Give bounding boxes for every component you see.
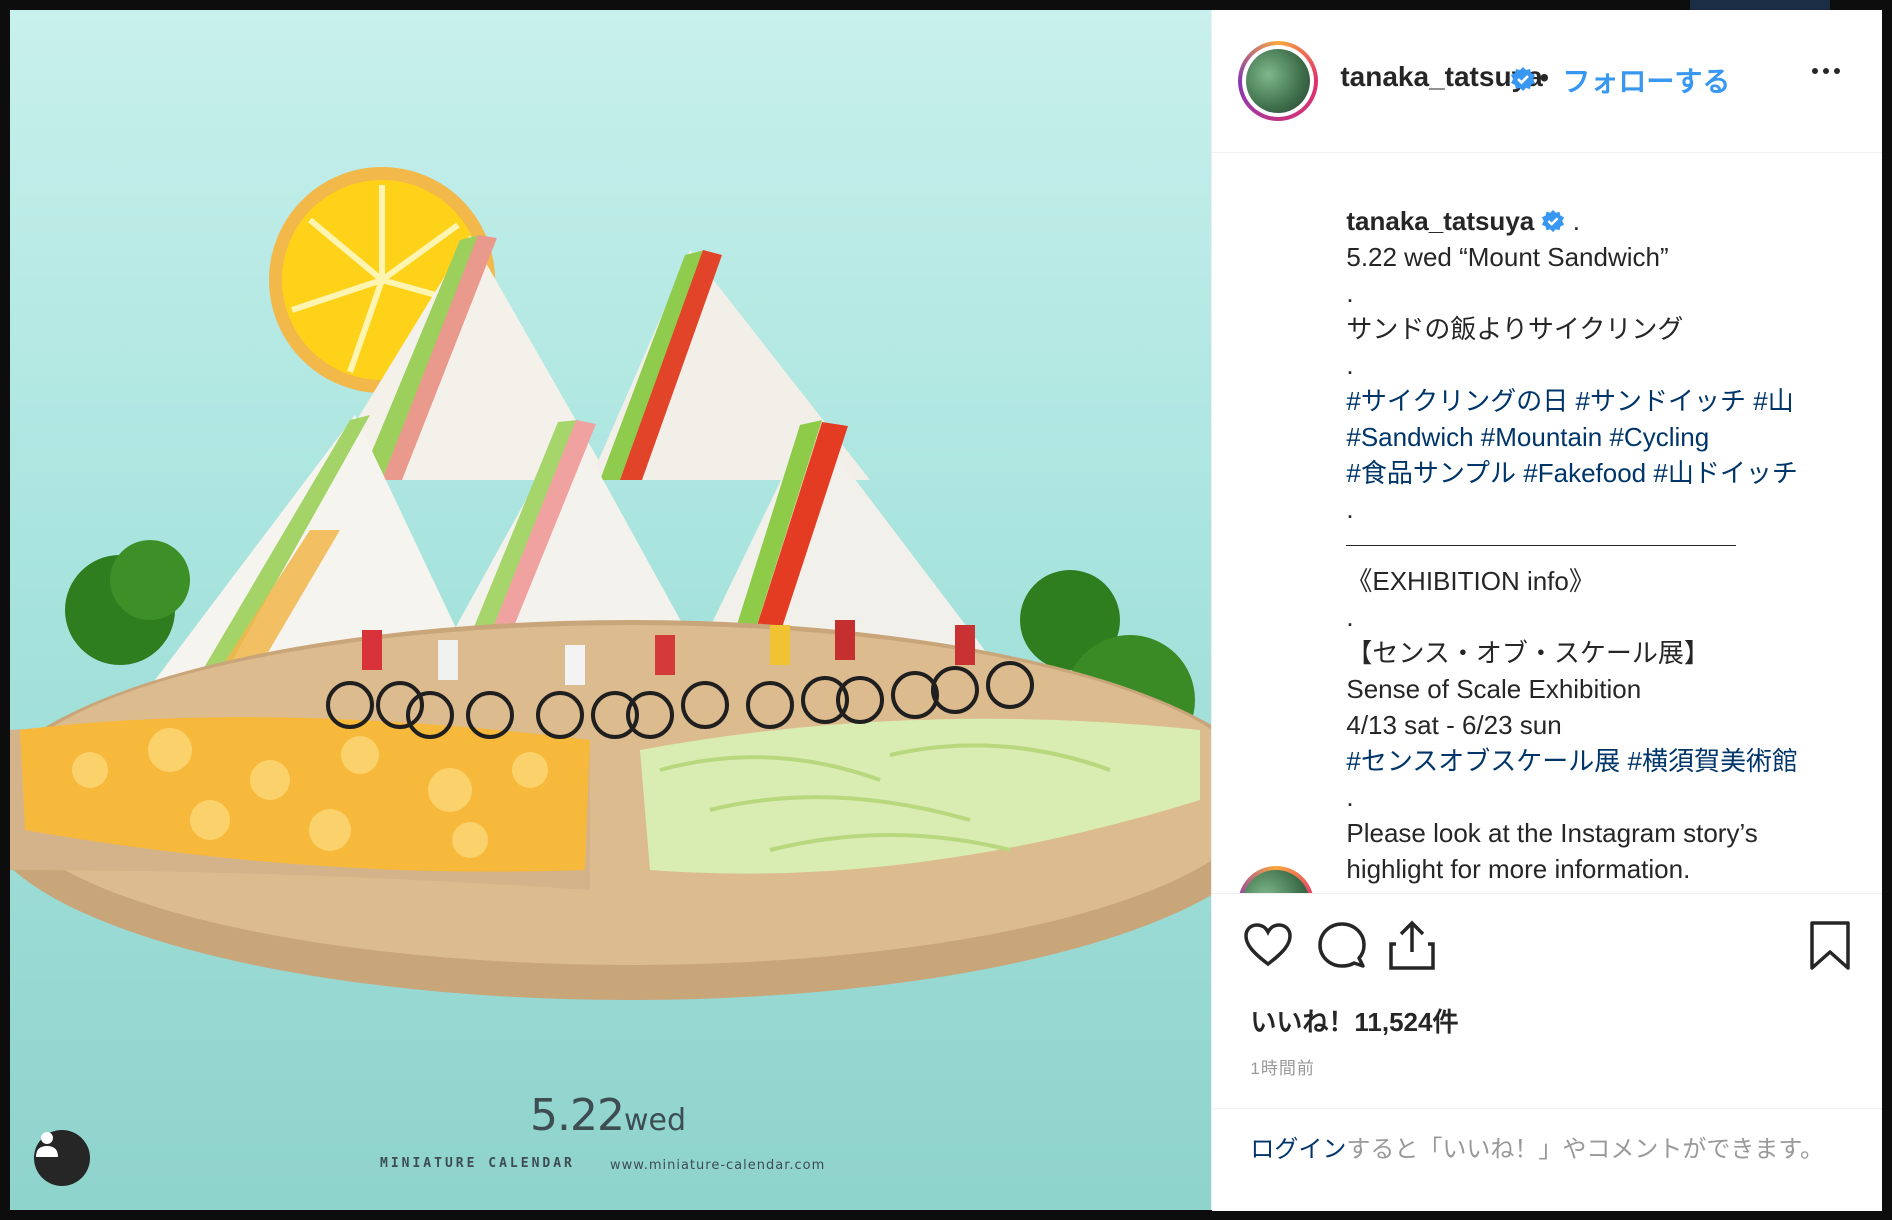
caption-text: tanaka_tatsuya . 5.22 wed “Mount Sandwic… — [1346, 203, 1846, 887]
hashtag[interactable]: #横須賀美術館 — [1628, 746, 1798, 776]
caption-area: tanaka_tatsuya . 5.22 wed “Mount Sandwic… — [1212, 153, 1882, 893]
post-actions: いいね！11,524件 1時間前 ログインすると「いいね！」やコメントができます… — [1212, 893, 1883, 1212]
caption-dot: . — [1346, 278, 1354, 308]
header-separator: • — [1539, 62, 1550, 93]
caption-divider — [1346, 545, 1737, 546]
photo-date-stamp: 5.22wed — [530, 1090, 686, 1141]
verified-badge-icon — [1511, 67, 1536, 91]
caption-japanese-line: サンドの飯よりサイクリング — [1346, 314, 1684, 344]
caption-dot: . — [1572, 206, 1580, 236]
photo-date-day: wed — [623, 1103, 687, 1138]
photo-credit: MINIATURE CALENDAR — [380, 1156, 575, 1171]
photo-url: www.miniature-calendar.com — [610, 1158, 826, 1173]
share-icon[interactable] — [1386, 920, 1438, 972]
caption-dot: . — [1346, 782, 1354, 812]
background-edge — [1690, 0, 1830, 10]
hashtag[interactable]: #Sandwich — [1346, 422, 1473, 452]
post-sidebar: tanaka_tatsuya • フォローする tanaka_tatsuya . — [1211, 10, 1883, 1212]
heart-icon[interactable] — [1242, 920, 1294, 972]
follow-button[interactable]: フォローする — [1562, 60, 1730, 100]
user-icon — [36, 1132, 58, 1157]
bookmark-icon[interactable] — [1808, 920, 1852, 972]
exhibition-heading: 《EXHIBITION info》 — [1346, 566, 1595, 596]
caption-dot: . — [1346, 494, 1354, 524]
more-options-icon[interactable] — [1812, 68, 1841, 74]
caption-title: 5.22 wed “Mount Sandwich” — [1346, 242, 1669, 272]
verified-badge-icon — [1542, 209, 1565, 233]
comment-avatar[interactable] — [1238, 866, 1315, 893]
likes-count[interactable]: いいね！11,524件 — [1250, 1002, 1458, 1039]
exhibition-title: 【センス・オブ・スケール展】 — [1346, 638, 1710, 668]
post-modal: 5.22wed MINIATURE CALENDAR www.miniature… — [10, 10, 1883, 1212]
post-timestamp[interactable]: 1時間前 — [1250, 1054, 1314, 1079]
caption-story-line: Please look at the Instagram story’s — [1346, 818, 1758, 848]
hashtag[interactable]: #センスオブスケール展 — [1346, 746, 1620, 776]
sandwich-mountain-illustration — [10, 167, 1212, 1000]
login-link[interactable]: ログイン — [1250, 1136, 1346, 1163]
hashtag[interactable]: #山 — [1753, 386, 1793, 416]
hashtag[interactable]: #Mountain — [1481, 422, 1602, 452]
hashtag[interactable]: #山ドイッチ — [1653, 458, 1797, 488]
hashtag[interactable]: #サイクリングの日 — [1346, 386, 1568, 416]
user-tags-button[interactable] — [34, 1130, 90, 1186]
comment-icon[interactable] — [1316, 920, 1368, 972]
post-header: tanaka_tatsuya • フォローする — [1212, 10, 1882, 153]
hashtag[interactable]: #食品サンプル — [1346, 458, 1516, 488]
caption-dot: . — [1346, 602, 1354, 632]
hashtag[interactable]: #Fakefood — [1523, 458, 1646, 488]
caption-story-line: highlight for more information. — [1346, 854, 1691, 884]
exhibition-dates: 4/13 sat - 6/23 sun — [1346, 710, 1562, 740]
hashtag[interactable]: #サンドイッチ — [1576, 386, 1746, 416]
exhibition-name: Sense of Scale Exhibition — [1346, 674, 1642, 704]
profile-avatar[interactable] — [1238, 41, 1319, 121]
post-photo[interactable]: 5.22wed MINIATURE CALENDAR www.miniature… — [10, 10, 1212, 1210]
photo-date-number: 5.22 — [530, 1090, 625, 1141]
login-prompt-text: すると「いいね！」やコメントができます。 — [1346, 1136, 1824, 1163]
hashtag[interactable]: #Cycling — [1609, 422, 1709, 452]
login-prompt: ログインすると「いいね！」やコメントができます。 — [1212, 1108, 1883, 1212]
caption-username[interactable]: tanaka_tatsuya — [1346, 206, 1534, 236]
caption-dot: . — [1346, 350, 1354, 380]
